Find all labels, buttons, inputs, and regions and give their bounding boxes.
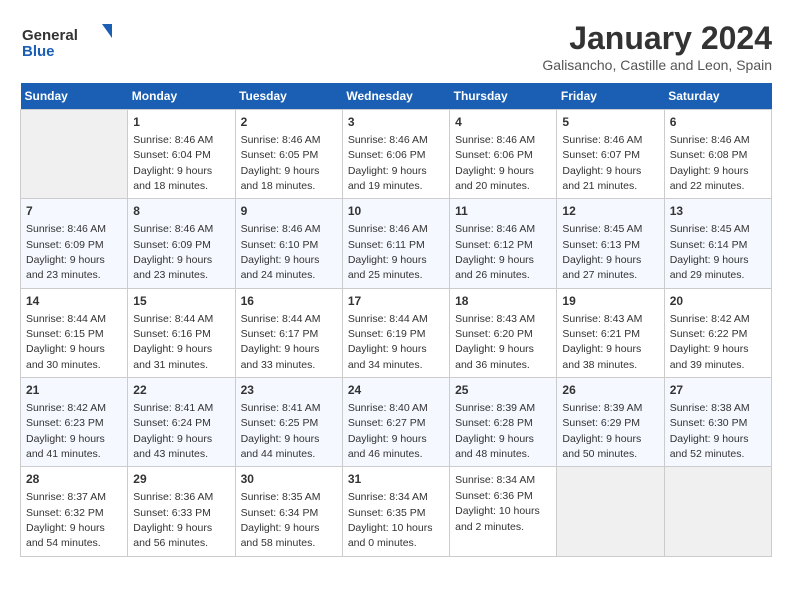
calendar-table: Sunday Monday Tuesday Wednesday Thursday… — [20, 83, 772, 557]
table-row: 6 Sunrise: 8:46 AMSunset: 6:08 PMDayligh… — [664, 110, 771, 199]
table-row: 21 Sunrise: 8:42 AMSunset: 6:23 PMDaylig… — [21, 378, 772, 467]
table-row: 18 Sunrise: 8:43 AMSunset: 6:20 PMDaylig… — [450, 288, 557, 377]
table-row: 4 Sunrise: 8:46 AMSunset: 6:06 PMDayligh… — [450, 110, 557, 199]
table-row: 24 Sunrise: 8:40 AMSunset: 6:27 PMDaylig… — [342, 378, 449, 467]
table-row: 31 Sunrise: 8:34 AMSunset: 6:35 PMDaylig… — [342, 467, 449, 556]
col-wednesday: Wednesday — [342, 83, 449, 110]
table-row: 14 Sunrise: 8:44 AMSunset: 6:15 PMDaylig… — [21, 288, 772, 377]
table-row: 20 Sunrise: 8:42 AMSunset: 6:22 PMDaylig… — [664, 288, 771, 377]
title-area: January 2024 Galisancho, Castille and Le… — [542, 20, 772, 73]
table-row: 11 Sunrise: 8:46 AMSunset: 6:12 PMDaylig… — [450, 199, 557, 288]
table-row: Sunrise: 8:34 AMSunset: 6:36 PMDaylight:… — [450, 467, 557, 556]
table-row: 17 Sunrise: 8:44 AMSunset: 6:19 PMDaylig… — [342, 288, 449, 377]
page-subtitle: Galisancho, Castille and Leon, Spain — [542, 57, 772, 73]
logo: General Blue — [20, 20, 120, 65]
table-row: 1 Sunrise: 8:46 AMSunset: 6:04 PMDayligh… — [128, 110, 235, 199]
table-row: 16 Sunrise: 8:44 AMSunset: 6:17 PMDaylig… — [235, 288, 342, 377]
svg-text:General: General — [22, 27, 78, 44]
empty-cell — [21, 110, 128, 199]
table-row: 15 Sunrise: 8:44 AMSunset: 6:16 PMDaylig… — [128, 288, 235, 377]
table-row: 28 Sunrise: 8:37 AMSunset: 6:32 PMDaylig… — [21, 467, 772, 556]
table-row: 9 Sunrise: 8:46 AMSunset: 6:10 PMDayligh… — [235, 199, 342, 288]
table-row: 26 Sunrise: 8:39 AMSunset: 6:29 PMDaylig… — [557, 378, 664, 467]
table-row: 8 Sunrise: 8:46 AMSunset: 6:09 PMDayligh… — [128, 199, 235, 288]
table-row: 27 Sunrise: 8:38 AMSunset: 6:30 PMDaylig… — [664, 378, 771, 467]
table-row: 28 Sunrise: 8:37 AMSunset: 6:32 PMDaylig… — [21, 467, 128, 556]
table-row: 7 Sunrise: 8:46 AMSunset: 6:09 PMDayligh… — [21, 199, 772, 288]
col-thursday: Thursday — [450, 83, 557, 110]
col-saturday: Saturday — [664, 83, 771, 110]
table-row: 19 Sunrise: 8:43 AMSunset: 6:21 PMDaylig… — [557, 288, 664, 377]
logo-icon: General Blue — [20, 20, 120, 65]
page-title: January 2024 — [542, 20, 772, 57]
col-monday: Monday — [128, 83, 235, 110]
table-row: 1 Sunrise: 8:46 AMSunset: 6:04 PMDayligh… — [21, 110, 772, 199]
table-row: 2 Sunrise: 8:46 AMSunset: 6:05 PMDayligh… — [235, 110, 342, 199]
table-row: 12 Sunrise: 8:45 AMSunset: 6:13 PMDaylig… — [557, 199, 664, 288]
table-row: 23 Sunrise: 8:41 AMSunset: 6:25 PMDaylig… — [235, 378, 342, 467]
table-row: 13 Sunrise: 8:45 AMSunset: 6:14 PMDaylig… — [664, 199, 771, 288]
table-row: 29 Sunrise: 8:36 AMSunset: 6:33 PMDaylig… — [128, 467, 235, 556]
col-tuesday: Tuesday — [235, 83, 342, 110]
table-row: 10 Sunrise: 8:46 AMSunset: 6:11 PMDaylig… — [342, 199, 449, 288]
page-header: General Blue January 2024 Galisancho, Ca… — [20, 20, 772, 73]
empty-cell — [557, 467, 664, 556]
empty-cell — [664, 467, 771, 556]
table-row: 30 Sunrise: 8:35 AMSunset: 6:34 PMDaylig… — [235, 467, 342, 556]
svg-text:Blue: Blue — [22, 43, 55, 60]
table-row: 22 Sunrise: 8:41 AMSunset: 6:24 PMDaylig… — [128, 378, 235, 467]
col-friday: Friday — [557, 83, 664, 110]
table-row: 3 Sunrise: 8:46 AMSunset: 6:06 PMDayligh… — [342, 110, 449, 199]
table-row: 25 Sunrise: 8:39 AMSunset: 6:28 PMDaylig… — [450, 378, 557, 467]
col-sunday: Sunday — [21, 83, 128, 110]
table-row: 14 Sunrise: 8:44 AMSunset: 6:15 PMDaylig… — [21, 288, 128, 377]
table-row: 5 Sunrise: 8:46 AMSunset: 6:07 PMDayligh… — [557, 110, 664, 199]
table-row: 7 Sunrise: 8:46 AMSunset: 6:09 PMDayligh… — [21, 199, 128, 288]
table-row: 21 Sunrise: 8:42 AMSunset: 6:23 PMDaylig… — [21, 378, 128, 467]
calendar-header-row: Sunday Monday Tuesday Wednesday Thursday… — [21, 83, 772, 110]
